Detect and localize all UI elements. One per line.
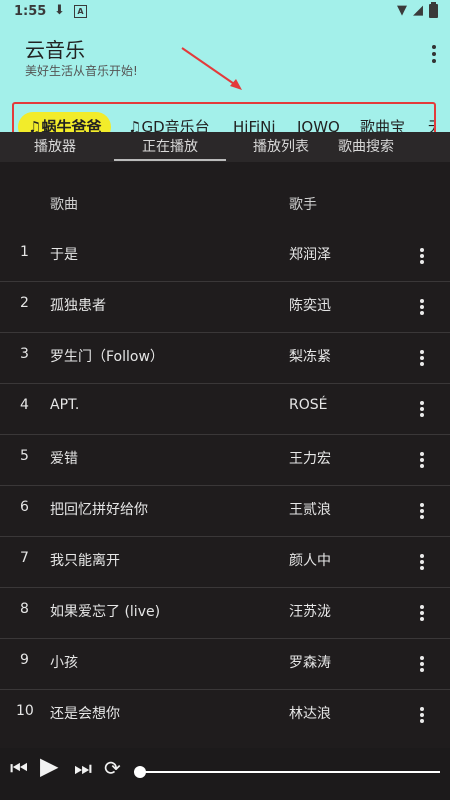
row-artist: 王贰浪 xyxy=(289,502,331,518)
table-row[interactable]: 7 我只能离开 颜人中 xyxy=(0,536,450,588)
row-more-icon[interactable] xyxy=(420,246,424,266)
row-title: 还是会想你 xyxy=(50,706,120,722)
row-number: 1 xyxy=(20,244,29,260)
table-row[interactable]: 8 如果爱忘了 (live) 汪苏泷 xyxy=(0,587,450,639)
player-bar: ⏮ ▶ ⏭ ⟳ xyxy=(0,748,450,800)
row-title: 爱错 xyxy=(50,451,78,467)
tab-indicator xyxy=(114,159,226,161)
row-title: 罗生门（Follow） xyxy=(50,349,164,365)
row-more-icon[interactable] xyxy=(420,552,424,572)
more-vert-icon[interactable] xyxy=(432,42,436,66)
table-header: 歌曲 歌手 xyxy=(0,162,450,226)
row-artist: 林达浪 xyxy=(289,706,331,722)
row-number: 7 xyxy=(20,550,29,566)
row-more-icon[interactable] xyxy=(420,603,424,623)
table-row[interactable]: 5 爱错 王力宏 xyxy=(0,434,450,486)
row-artist: 汪苏泷 xyxy=(289,604,331,620)
row-artist: 陈奕迅 xyxy=(289,298,331,314)
row-title: 把回忆拼好给你 xyxy=(50,502,148,518)
row-artist: 梨冻紧 xyxy=(289,349,331,365)
row-number: 2 xyxy=(20,295,29,311)
row-artist: 王力宏 xyxy=(289,451,331,467)
status-icons: ▼ ◢ xyxy=(397,1,438,18)
row-number: 5 xyxy=(20,448,29,464)
row-title: 如果爱忘了 (live) xyxy=(50,604,161,620)
play-icon[interactable]: ▶ xyxy=(40,754,58,778)
table-row[interactable]: 3 罗生门（Follow） 梨冻紧 xyxy=(0,332,450,384)
tab-bar: 播放器 正在播放 播放列表 歌曲搜索 xyxy=(0,132,450,162)
tab-player[interactable]: 播放器 xyxy=(34,136,76,156)
table-row[interactable]: 1 于是 郑润泽 xyxy=(0,230,450,282)
table-row[interactable]: 6 把回忆拼好给你 王贰浪 xyxy=(0,485,450,537)
row-title: 小孩 xyxy=(50,655,78,671)
row-title: APT. xyxy=(50,397,80,413)
row-more-icon[interactable] xyxy=(420,348,424,368)
status-bar: 1:55 ⬇ A ▼ ◢ xyxy=(0,0,450,24)
next-icon[interactable]: ⏭ xyxy=(74,758,92,778)
row-artist: 罗森涛 xyxy=(289,655,331,671)
table-row[interactable]: 9 小孩 罗森涛 xyxy=(0,638,450,690)
row-title: 孤独患者 xyxy=(50,298,106,314)
battery-icon xyxy=(429,1,438,18)
app-subtitle: 美好生活从音乐开始! xyxy=(25,64,138,78)
row-artist: 颜人中 xyxy=(289,553,331,569)
row-more-icon[interactable] xyxy=(420,399,424,419)
status-time: 1:55 xyxy=(14,4,47,19)
repeat-icon[interactable]: ⟳ xyxy=(104,758,121,778)
table-row[interactable]: 10 还是会想你 林达浪 xyxy=(0,689,450,740)
row-number: 8 xyxy=(20,601,29,617)
annotation-arrow-icon xyxy=(181,47,242,90)
signal-icon: ◢ xyxy=(413,3,423,18)
tab-now-playing[interactable]: 正在播放 xyxy=(142,136,198,156)
table-row[interactable]: 4 APT. ROSÉ xyxy=(0,383,450,435)
row-more-icon[interactable] xyxy=(420,450,424,470)
header-artist: 歌手 xyxy=(289,197,317,213)
row-number: 4 xyxy=(20,397,29,413)
previous-icon[interactable]: ⏮ xyxy=(10,758,28,778)
row-more-icon[interactable] xyxy=(420,705,424,725)
row-more-icon[interactable] xyxy=(420,297,424,317)
wifi-icon: ▼ xyxy=(397,3,407,18)
download-icon: ⬇ xyxy=(54,3,65,18)
row-more-icon[interactable] xyxy=(420,654,424,674)
table-row[interactable]: 2 孤独患者 陈奕迅 xyxy=(0,281,450,333)
row-artist: 郑润泽 xyxy=(289,247,331,263)
row-number: 9 xyxy=(20,652,29,668)
a-status-icon: A xyxy=(74,5,87,18)
row-artist: ROSÉ xyxy=(289,397,328,413)
app-bar: 云音乐 美好生活从音乐开始! ♫蜗牛爸爸 ♫GD音乐台 HiFiNi IQWQ … xyxy=(0,24,450,154)
tab-song-search[interactable]: 歌曲搜索 xyxy=(338,136,394,156)
row-title: 于是 xyxy=(50,247,78,263)
app-title: 云音乐 xyxy=(25,38,85,62)
tab-playlist[interactable]: 播放列表 xyxy=(253,136,309,156)
progress-track[interactable] xyxy=(138,771,440,773)
row-more-icon[interactable] xyxy=(420,501,424,521)
row-number: 6 xyxy=(20,499,29,515)
header-song: 歌曲 xyxy=(50,197,78,213)
row-title: 我只能离开 xyxy=(50,553,120,569)
progress-knob[interactable] xyxy=(134,766,146,778)
row-number: 10 xyxy=(16,703,34,719)
row-number: 3 xyxy=(20,346,29,362)
